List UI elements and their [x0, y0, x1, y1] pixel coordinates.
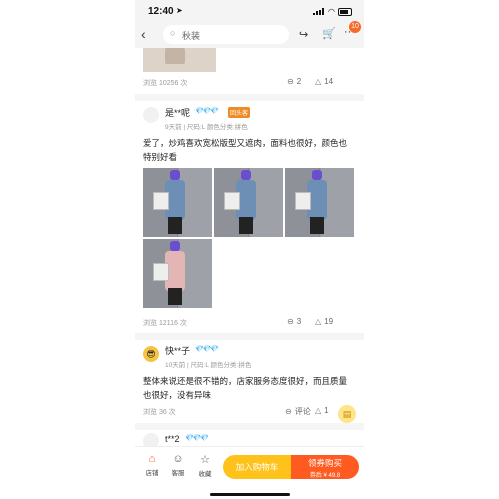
service-icon: ☺: [172, 453, 184, 465]
buy-label: 领券购买: [307, 458, 342, 468]
reviewer-name: 是**呢: [165, 108, 191, 118]
like-icon: △: [315, 317, 322, 326]
shop-icon: ⌂: [148, 453, 156, 465]
section-divider: [135, 333, 364, 340]
review-meta: 10天前 | 尺码:L 颜色分类:拼色: [165, 362, 252, 369]
like-count: 14: [324, 77, 334, 86]
location-arrow-icon: ➤: [176, 6, 183, 15]
like-button[interactable]: △ 19: [315, 317, 333, 326]
shop-button[interactable]: ⌂ 店铺: [140, 453, 164, 477]
comment-icon: ⊖: [287, 77, 294, 86]
avatar: [143, 107, 159, 123]
review-photo[interactable]: [285, 168, 354, 237]
share-icon[interactable]: ↪: [299, 28, 308, 41]
battery-icon: [338, 8, 352, 16]
review-photo[interactable]: [143, 239, 212, 308]
search-placeholder: 秋装: [182, 31, 201, 41]
coupon-price: 券后 ¥ 49.8: [309, 473, 341, 479]
review-photo[interactable]: [143, 168, 212, 237]
star-icon: ☆: [200, 454, 210, 466]
favorite-label: 收藏: [198, 471, 212, 478]
home-indicator: [210, 493, 290, 496]
comment-icon: ⊖: [287, 317, 294, 326]
like-icon: △: [315, 406, 322, 415]
review-photo[interactable]: [214, 168, 283, 237]
signal-icon: [313, 8, 327, 15]
section-divider: [135, 423, 364, 430]
comment-button[interactable]: ⊖ 3: [287, 317, 301, 326]
section-divider: [135, 94, 364, 101]
cart-icon[interactable]: 🛒: [322, 27, 336, 40]
like-count: 1: [324, 406, 329, 415]
like-count: 19: [324, 317, 334, 326]
phone-screen: 12:40 ➤ ◠ ‹ ○ 秋装 ↪ 🛒 ··· 10 浏览 10256 次 ⊖…: [135, 0, 364, 499]
reviewer-name: 快**子: [165, 346, 191, 356]
top-nav-bar: ‹ ○ 秋装 ↪ 🛒 ··· 10: [135, 21, 364, 48]
avatar: 😎: [143, 346, 159, 362]
comment-count: 2: [296, 77, 302, 86]
status-bar: 12:40 ➤ ◠: [135, 0, 364, 22]
search-input[interactable]: ○ 秋装: [163, 25, 289, 44]
view-count: 浏览 36 次: [143, 409, 176, 416]
previous-review-photo[interactable]: [143, 48, 216, 72]
favorite-button[interactable]: ☆ 收藏: [193, 453, 217, 478]
comment-icon: ⊖: [285, 407, 292, 416]
comment-count: 3: [296, 317, 302, 326]
like-icon: △: [315, 77, 322, 86]
like-button[interactable]: △ 1: [315, 406, 329, 415]
add-to-cart-button[interactable]: 加入购物车: [223, 455, 291, 479]
view-count: 浏览 12116 次: [143, 320, 187, 327]
diamond-level-icon: 💎💎💎: [185, 435, 209, 442]
like-button[interactable]: △ 14: [315, 77, 333, 86]
review-text: 爱了，炒鸡喜欢宽松版型又遮肉，面料也很好，颜色也特别好看: [143, 138, 348, 162]
cart-badge: 10: [349, 21, 361, 33]
diamond-level-icon: 💎💎💎: [195, 346, 219, 353]
service-label: 客服: [171, 470, 185, 477]
shop-label: 店铺: [145, 470, 159, 477]
service-button[interactable]: ☺ 客服: [166, 453, 190, 477]
comment-label: 评论: [294, 407, 311, 416]
status-time: 12:40: [148, 6, 174, 17]
review-meta: 9天前 | 尺码:L 颜色分类:拼色: [165, 124, 248, 131]
buy-with-coupon-button[interactable]: 领券购买 券后 ¥ 49.8: [291, 455, 359, 479]
search-icon: ○: [170, 28, 176, 38]
diamond-level-icon: 💎💎💎: [195, 108, 219, 115]
reviewer-name: t**2: [165, 434, 180, 444]
returning-customer-badge: 回头客: [228, 107, 251, 118]
comment-button[interactable]: ⊖ 评论: [285, 406, 311, 417]
review-text: 整体来说还是很不错的，店家服务态度很好，而且质量也很好，没有异味: [143, 376, 348, 400]
floating-comment-icon[interactable]: ▤: [338, 405, 356, 423]
comment-button[interactable]: ⊖ 2: [287, 77, 301, 86]
back-chevron-icon[interactable]: ‹: [141, 26, 146, 42]
wifi-icon: ◠: [328, 7, 335, 16]
view-count: 浏览 10256 次: [143, 80, 188, 87]
bottom-action-bar: ⌂ 店铺 ☺ 客服 ☆ 收藏 加入购物车 领券购买 券后 ¥ 49.8: [135, 446, 364, 492]
